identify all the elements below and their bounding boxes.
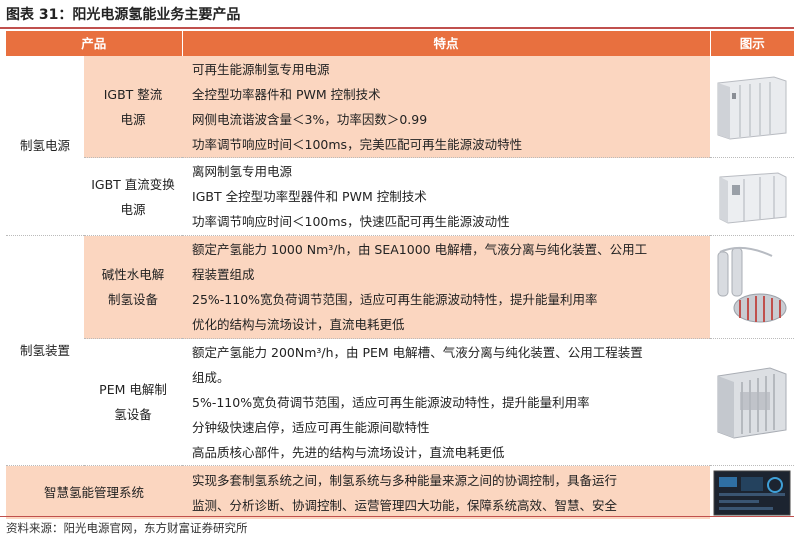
feature-line: 监测、分析诊断、协调控制、运营管理四大功能，保障系统高效、智慧、安全 <box>192 497 618 513</box>
product-features-hydrogen-management: 实现多套制氢系统之间，制氢系统与多种能量来源之间的协调控制，具备运行 监测、分析… <box>182 465 711 519</box>
feature-line: 功率调节响应时间＜100ms，快速匹配可再生能源波动性 <box>192 214 510 229</box>
product-image-hydrogen-management <box>710 465 794 519</box>
feature-line: 程装置组成 <box>192 267 255 282</box>
feature-line: 优化的结构与流场设计，直流电耗更低 <box>192 317 405 332</box>
product-name-line: 氢设备 <box>114 407 152 422</box>
feature-line: 组成。 <box>192 369 230 385</box>
feature-line: 额定产氢能力 200Nm³/h，由 PEM 电解槽、气液分离与纯化装置、公用工程… <box>192 344 643 360</box>
feature-line: 高品质核心部件，先进的结构与流场设计，直流电耗更低 <box>192 444 505 460</box>
feature-line: 5%-110%宽负荷调节范围，适应可再生能源波动特性，提升能量利用率 <box>192 394 590 410</box>
feature-line: 实现多套制氢系统之间，制氢系统与多种能量来源之间的协调控制，具备运行 <box>192 472 618 488</box>
product-name-line: 电源 <box>120 201 146 217</box>
group-power-supply: 制氢电源 <box>6 56 84 236</box>
dashboard-screen-illustration <box>713 470 791 515</box>
product-features-igbt-rectifier: 可再生能源制氢专用电源 全控型功率器件和 PWM 控制技术 网侧电流谐波含量＜3… <box>182 56 711 158</box>
figure-title: 图表 31：阳光电源氢能业务主要产品 <box>6 7 241 23</box>
header-image: 图示 <box>710 31 794 56</box>
footer-divider <box>0 516 794 517</box>
feature-line: 全控型功率器件和 PWM 控制技术 <box>192 86 381 102</box>
product-name-line: 电源 <box>120 111 146 127</box>
header-features: 特点 <box>182 31 711 56</box>
product-name-alkaline-electrolyzer: 碱性水电解 制氢设备 <box>84 235 183 339</box>
product-name-line: 碱性水电解 <box>101 267 165 282</box>
header-product: 产品 <box>6 31 183 56</box>
feature-line: 25%-110%宽负荷调节范围，适应可再生能源波动特性，提升能量利用率 <box>192 292 598 307</box>
product-name-hydrogen-management: 智慧氢能管理系统 <box>6 465 183 519</box>
group-hydrogen-device: 制氢装置 <box>6 235 84 466</box>
product-features-pem-electrolyzer: 额定产氢能力 200Nm³/h，由 PEM 电解槽、气液分离与纯化装置、公用工程… <box>182 338 711 466</box>
feature-line: 分钟级快速启停，适应可再生能源间歇特性 <box>192 419 430 435</box>
product-name-line: PEM 电解制 <box>99 382 167 397</box>
product-image-igbt-dc-converter <box>710 157 794 236</box>
product-name-igbt-rectifier: IGBT 整流 电源 <box>84 56 183 158</box>
product-image-pem-electrolyzer <box>710 338 794 466</box>
product-features-igbt-dc-converter: 离网制氢专用电源 IGBT 全控型功率型器件和 PWM 控制技术 功率调节响应时… <box>182 157 711 236</box>
product-table: 产品 特点 图示 制氢电源 IGBT 整流 电源 可再生能源制氢专用电源 全控型功… <box>6 31 794 519</box>
cabinet-illustration <box>717 75 787 140</box>
title-divider <box>0 27 794 29</box>
pem-container-illustration <box>717 367 787 439</box>
product-name-line: IGBT 整流 <box>103 86 163 102</box>
product-image-igbt-rectifier <box>710 56 794 158</box>
feature-line: 网侧电流谐波含量＜3%，功率因数＞0.99 <box>192 111 428 127</box>
feature-line: 离网制氢专用电源 <box>192 164 293 179</box>
product-name-pem-electrolyzer: PEM 电解制 氢设备 <box>84 338 183 466</box>
feature-line: IGBT 全控型功率型器件和 PWM 控制技术 <box>192 189 427 204</box>
product-name-igbt-dc-converter: IGBT 直流变换 电源 <box>84 157 183 236</box>
feature-line: 功率调节响应时间＜100ms，完美匹配可再生能源波动特性 <box>192 136 523 152</box>
product-name-line: IGBT 直流变换 <box>91 176 175 192</box>
product-features-alkaline-electrolyzer: 额定产氢能力 1000 Nm³/h，由 SEA1000 电解槽，气液分离与纯化装… <box>182 235 711 339</box>
feature-line: 可再生能源制氢专用电源 <box>192 61 330 77</box>
electrolyzer-illustration <box>717 246 787 323</box>
converter-illustration <box>719 171 787 224</box>
source-note: 资料来源：阳光电源官网，东方财富证券研究所 <box>6 521 248 535</box>
product-name-line: 制氢设备 <box>108 292 159 307</box>
feature-line: 额定产氢能力 1000 Nm³/h，由 SEA1000 电解槽，气液分离与纯化装… <box>192 242 648 257</box>
product-image-alkaline-electrolyzer <box>710 235 794 339</box>
